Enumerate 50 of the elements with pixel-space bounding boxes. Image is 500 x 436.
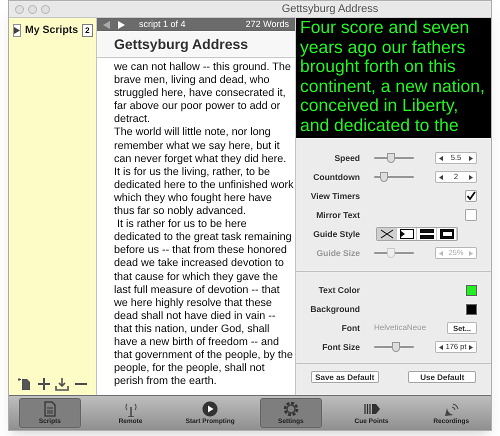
settings-icon <box>282 400 299 416</box>
slider-thumb[interactable] <box>386 153 395 163</box>
satellite-dish-icon <box>443 400 460 416</box>
setting-label: Font <box>340 322 360 334</box>
script-position: script 1 of 4 <box>139 18 186 31</box>
sidebar-title: My Scripts <box>25 23 78 38</box>
decrement-icon[interactable] <box>439 174 443 180</box>
guide-style-segment[interactable] <box>377 228 397 240</box>
decrement-icon[interactable] <box>439 156 443 160</box>
decrement-icon[interactable] <box>439 344 443 350</box>
download-icon[interactable] <box>55 378 70 390</box>
count-badge: 2 <box>82 24 93 38</box>
setting-label: Background <box>309 302 360 316</box>
plus-icon[interactable] <box>38 378 50 390</box>
minus-icon[interactable] <box>75 382 88 386</box>
script-paragraph: It is rather for us to be here dedicated to the great task remaining before us -- that from these honored dead we take increased devotion to that cause for which they gave the last full measure of devotion -- that we here highly resolve that these dead shall not have died in vain -- that this nation, under God, shall have a new birth of freedom -- and that government of the people, by the people, for the people, shall not perish from the earth. <box>114 218 294 388</box>
prompter-text: Four score and seven years ago our fathers brought forth on this continent, a new nation, conceived in Liberty, and dedicated to the <box>300 18 486 135</box>
checkbox[interactable] <box>465 209 477 221</box>
next-icon[interactable] <box>118 20 125 28</box>
slider-thumb[interactable] <box>392 342 400 352</box>
slider-thumb[interactable] <box>380 172 388 182</box>
increment-icon[interactable] <box>468 344 473 350</box>
script-paragraph: we can not hallow -- this ground. The brave men, living and dead, who struggled here, have consecrated it, far above our poor power to add or detract. <box>114 61 292 126</box>
script-paragraph: The world will little note, nor long remember what we say here, but it can never forget what they did here. It is for us the living, rather, to be dedicated here to the unfinished work which they who fought here have thus far so nobly advanced. <box>114 126 294 218</box>
font-name: HelveticaNeue <box>374 322 426 334</box>
setting-label: Guide Style <box>312 228 360 240</box>
expand-toggle[interactable] <box>13 24 21 38</box>
setting-label: Text Color <box>318 284 360 296</box>
guide-style-segment[interactable] <box>397 228 417 240</box>
window-title: Gettsyburg Address <box>280 2 380 17</box>
setting-label: Guide Size <box>316 246 360 260</box>
setting-label: Speed <box>333 152 360 164</box>
script-title: Gettsyburg Address <box>114 34 248 54</box>
default-button[interactable]: Use Default <box>408 371 476 383</box>
increment-icon[interactable] <box>469 156 473 160</box>
setting-label: View Timers <box>310 190 360 202</box>
setting-label: Countdown <box>312 170 360 184</box>
document-icon <box>42 400 58 416</box>
increment-icon[interactable] <box>468 174 473 180</box>
guide-style-segment[interactable] <box>437 228 457 240</box>
play-icon <box>202 400 218 416</box>
default-button[interactable]: Save as Default <box>310 371 379 383</box>
color-swatch[interactable] <box>466 304 477 314</box>
new-document-icon[interactable] <box>18 377 32 391</box>
guide-style-segment[interactable] <box>417 228 437 240</box>
word-count: 272 Words <box>246 18 289 31</box>
setting-label: Font Size <box>321 340 360 354</box>
setting-label: Mirror Text <box>315 208 360 222</box>
checkbox[interactable] <box>465 190 477 202</box>
color-swatch[interactable] <box>466 284 477 296</box>
